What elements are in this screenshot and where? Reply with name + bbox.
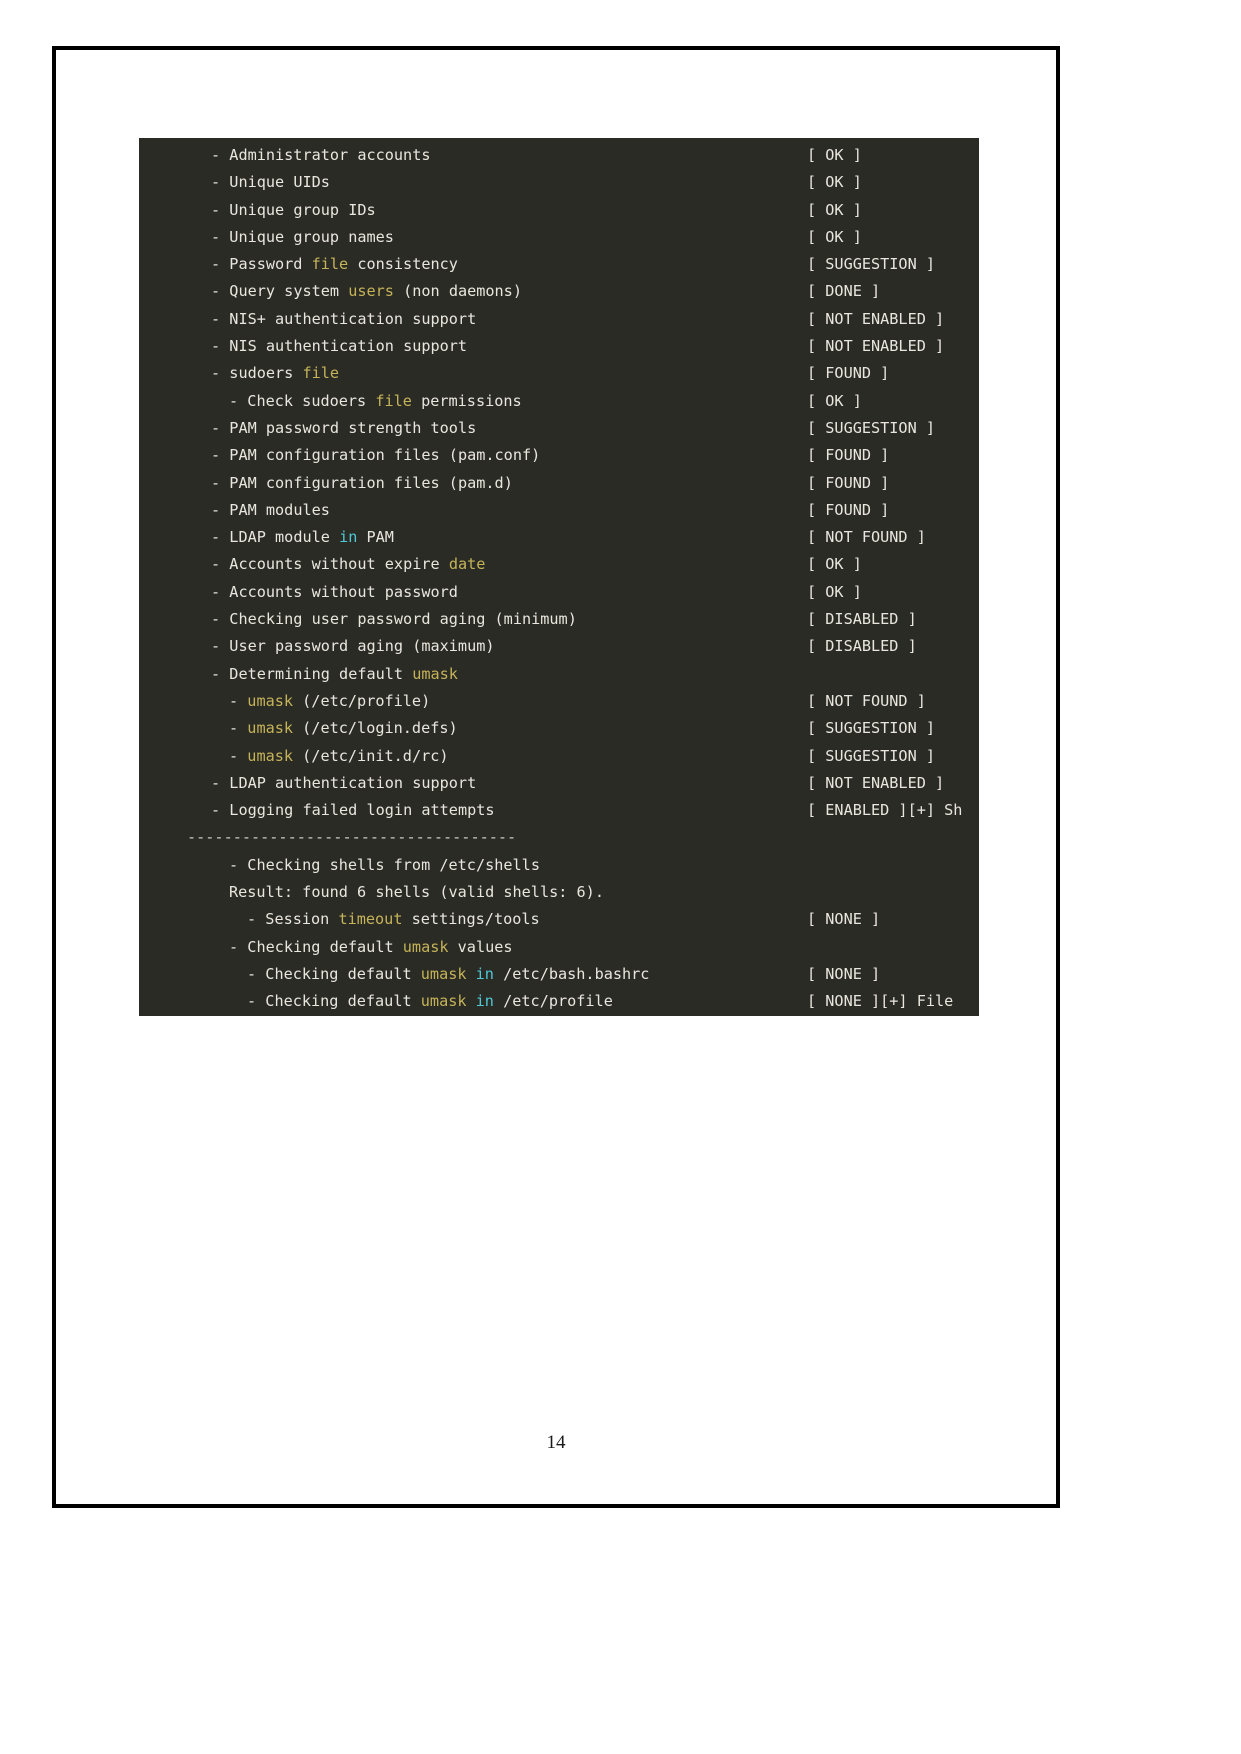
terminal-line: - Unique UIDs [ OK ] xyxy=(139,169,979,196)
terminal-line-label: - User password aging (maximum) xyxy=(211,637,495,656)
terminal-line-label: - Checking default umask in /etc/profile xyxy=(247,992,613,1011)
terminal-line-label: - PAM password strength tools xyxy=(211,418,477,437)
terminal-line: - NIS+ authentication support [ NOT ENABL… xyxy=(139,306,979,333)
terminal-line-label: - NIS+ authentication support xyxy=(211,309,477,328)
terminal-line: - PAM configuration files (pam.conf) [ FO… xyxy=(139,442,979,469)
terminal-line-label: - LDAP authentication support xyxy=(211,773,477,792)
terminal-line-label: - Checking default umask values xyxy=(229,937,513,956)
terminal-status-badge: [ SUGGESTION ] xyxy=(807,255,936,274)
terminal-line-label: - Checking shells from /etc/shells xyxy=(229,855,540,874)
terminal-line-label: - sudoers file xyxy=(211,364,340,383)
terminal-line: - PAM password strength tools [ SUGGESTIO… xyxy=(139,415,979,442)
terminal-line-label: - Check sudoers file permissions xyxy=(229,391,522,410)
terminal-line-label: - Session timeout settings/tools xyxy=(247,910,540,929)
terminal-line: - sudoers file [ FOUND ] xyxy=(139,360,979,387)
terminal-line-label: - Query system users (non daemons) xyxy=(211,282,522,301)
terminal-line: - PAM configuration files (pam.d) [ FOUND… xyxy=(139,470,979,497)
terminal-status-badge: [ FOUND ] xyxy=(807,473,890,492)
terminal-status-badge: [ OK ] xyxy=(807,200,862,219)
terminal-status-badge: [ FOUND ] xyxy=(807,446,890,465)
terminal-status-badge: [ OK ] xyxy=(807,582,862,601)
terminal-line-label: - Accounts without password xyxy=(211,582,458,601)
terminal-line-label: - PAM modules xyxy=(211,500,330,519)
page-number: 14 xyxy=(546,1432,566,1453)
terminal-status-badge: [ NOT FOUND ] xyxy=(807,691,926,710)
terminal-line: - Checking default umask in /etc/bash.ba… xyxy=(139,961,979,988)
terminal-line-label: - umask (/etc/login.defs) xyxy=(229,719,458,738)
terminal-line: - Accounts without password [ OK ] xyxy=(139,579,979,606)
terminal-status-badge: [ OK ] xyxy=(807,227,862,246)
terminal-status-badge: [ NONE ] xyxy=(807,964,881,983)
terminal-line: - Unique group IDs [ OK ] xyxy=(139,197,979,224)
terminal-status-badge: [ NONE ][+] File xyxy=(807,992,954,1011)
terminal-line: - Unique group names [ OK ] xyxy=(139,224,979,251)
terminal-line: - LDAP authentication support [ NOT ENABL… xyxy=(139,770,979,797)
terminal-line-label: - PAM configuration files (pam.d) xyxy=(211,473,513,492)
terminal-line: - Checking shells from /etc/shells xyxy=(139,852,979,879)
terminal-line-label: - Accounts without expire date xyxy=(211,555,486,574)
terminal-line: - Password file consistency [ SUGGESTION … xyxy=(139,251,979,278)
terminal-status-badge: [ OK ] xyxy=(807,555,862,574)
terminal-line-list: - Administrator accounts[ OK ] - Unique U… xyxy=(139,142,979,1016)
terminal-line-label: - Checking default umask in /etc/bash.ba… xyxy=(247,964,650,983)
terminal-line-label: - PAM configuration files (pam.conf) xyxy=(211,446,541,465)
terminal-line: - Checking default umask values xyxy=(139,934,979,961)
terminal-line-label: - Logging failed login attempts xyxy=(211,801,495,820)
terminal-status-badge: [ OK ] xyxy=(807,146,862,164)
terminal-status-badge: [ DONE ] xyxy=(807,282,881,301)
terminal-status-badge: [ NOT ENABLED ] xyxy=(807,337,945,356)
terminal-line: - Checking default umask in /etc/profile… xyxy=(139,988,979,1015)
terminal-line-label: - Administrator accounts xyxy=(211,146,431,164)
terminal-line: - umask (/etc/init.d/rc) [ SUGGESTION ] xyxy=(139,743,979,770)
terminal-line-label: - Checking user password aging (minimum) xyxy=(211,610,577,629)
document-page: - Administrator accounts[ OK ] - Unique U… xyxy=(52,46,1060,1508)
terminal-status-badge: [ NOT ENABLED ] xyxy=(807,773,945,792)
terminal-status-badge: [ NOT FOUND ] xyxy=(807,528,926,547)
terminal-line-label: - Password file consistency xyxy=(211,255,458,274)
terminal-line: - NIS authentication support [ NOT ENABLE… xyxy=(139,333,979,360)
terminal-status-badge: [ OK ] xyxy=(807,391,862,410)
terminal-line: Result: found 6 shells (valid shells: 6)… xyxy=(139,879,979,906)
terminal-status-badge: [ ENABLED ][+] Sh xyxy=(807,801,963,820)
terminal-line-label: - LDAP module in PAM xyxy=(211,528,394,547)
terminal-line: - Determining default umask xyxy=(139,661,979,688)
terminal-line: - LDAP module in PAM [ NOT FOUND ] xyxy=(139,524,979,551)
terminal-line-label: - Determining default umask xyxy=(211,664,458,683)
terminal-line: - Logging failed login attempts [ ENABLED… xyxy=(139,797,979,824)
terminal-line-label: - Unique UIDs xyxy=(211,173,330,192)
terminal-line-label: - Unique group IDs xyxy=(211,200,376,219)
terminal-status-badge: [ SUGGESTION ] xyxy=(807,719,936,738)
terminal-status-badge: [ NONE ] xyxy=(807,910,881,929)
terminal-line: - Accounts without expire date [ OK ] xyxy=(139,551,979,578)
terminal-line: - Query system users (non daemons) [ DONE… xyxy=(139,278,979,305)
terminal-line-label: - Unique group names xyxy=(211,227,394,246)
terminal-line: - umask (/etc/login.defs) [ SUGGESTION ] xyxy=(139,715,979,742)
terminal-line: - PAM modules [ FOUND ] xyxy=(139,497,979,524)
terminal-status-badge: [ SUGGESTION ] xyxy=(807,418,936,437)
terminal-line: - Session timeout settings/tools [ NONE ] xyxy=(139,906,979,933)
terminal-status-badge: [ NOT ENABLED ] xyxy=(807,309,945,328)
terminal-line-label: - umask (/etc/init.d/rc) xyxy=(229,746,449,765)
terminal-status-badge: [ OK ] xyxy=(807,173,862,192)
terminal-line: ------------------------------------ xyxy=(139,824,979,851)
terminal-line: - User password aging (maximum) [ DISABLE… xyxy=(139,633,979,660)
terminal-line: - umask (/etc/profile) [ NOT FOUND ] xyxy=(139,688,979,715)
terminal-status-badge: [ SUGGESTION ] xyxy=(807,746,936,765)
terminal-line-label: - umask (/etc/profile) xyxy=(229,691,431,710)
terminal-status-badge: [ FOUND ] xyxy=(807,364,890,383)
terminal-line-label: - NIS authentication support xyxy=(211,337,468,356)
terminal-separator: ------------------------------------ xyxy=(187,828,517,847)
terminal-status-badge: [ DISABLED ] xyxy=(807,637,917,656)
terminal-line: - Administrator accounts [ OK ] xyxy=(139,142,979,169)
terminal-status-badge: [ FOUND ] xyxy=(807,500,890,519)
terminal-line: - Check sudoers file permissions [ OK ] xyxy=(139,388,979,415)
terminal-status-badge: [ DISABLED ] xyxy=(807,610,917,629)
terminal-line: - Checking user password aging (minimum)… xyxy=(139,606,979,633)
terminal-output-screenshot: - Administrator accounts[ OK ] - Unique U… xyxy=(139,138,979,1016)
terminal-line-label: Result: found 6 shells (valid shells: 6)… xyxy=(229,883,604,902)
